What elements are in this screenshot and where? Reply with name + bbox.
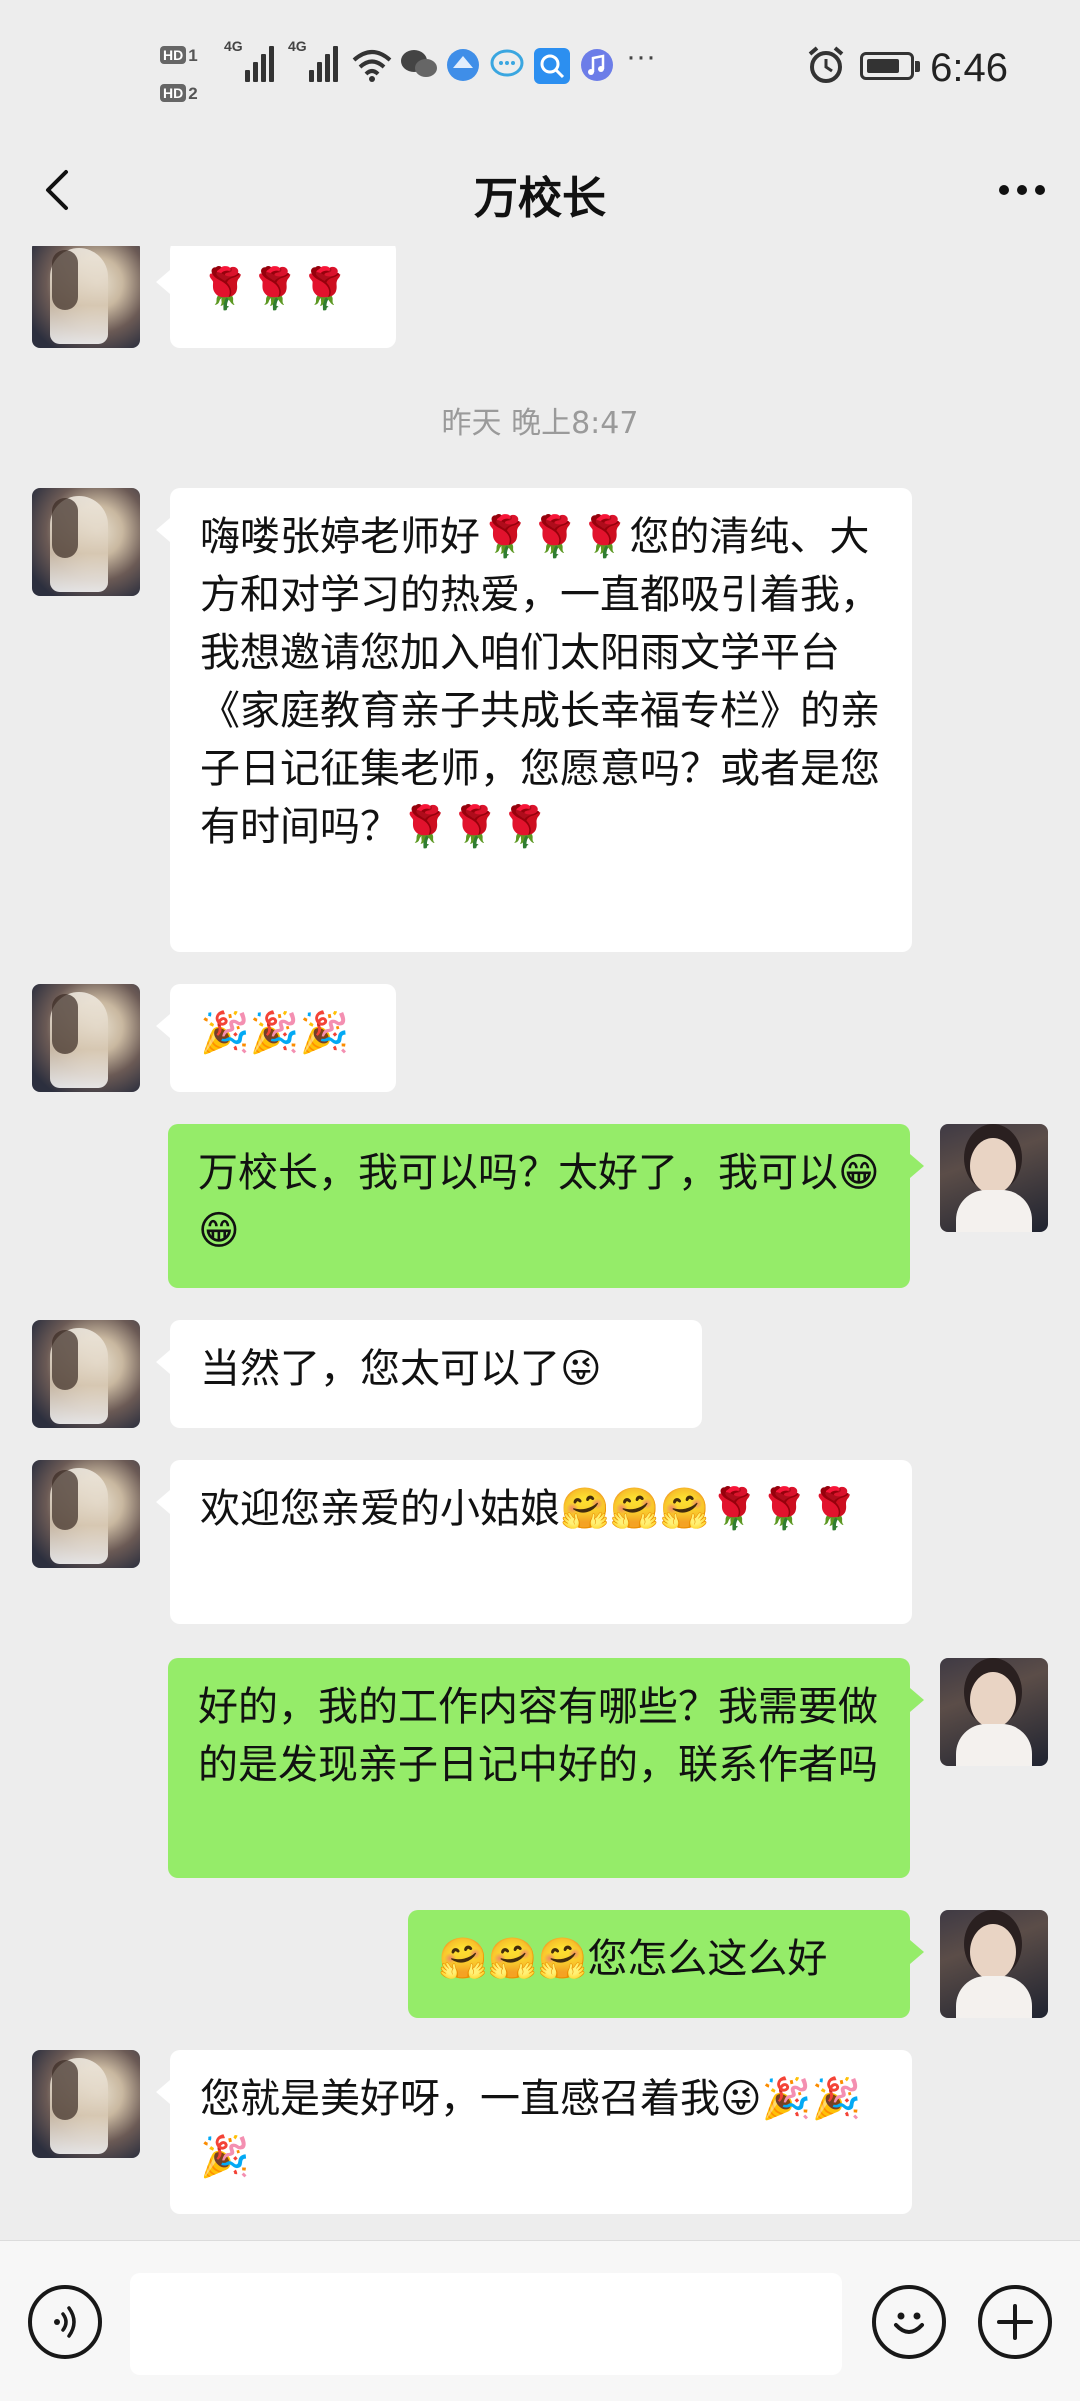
hd-sim-2: 2	[188, 83, 198, 103]
message-app-icon	[490, 49, 524, 77]
message-bubble-outgoing[interactable]: 🤗🤗🤗您怎么这么好	[408, 1910, 924, 2018]
contact-avatar[interactable]	[32, 984, 140, 1092]
message-bubble-outgoing[interactable]: 好的，我的工作内容有哪些？我需要做的是发现亲子日记中好的，联系作者吗	[168, 1658, 924, 1878]
my-avatar[interactable]	[940, 1124, 1048, 1232]
message-bubble-incoming[interactable]: 当然了，您太可以了😜	[156, 1320, 702, 1428]
message-bubble-incoming[interactable]: 您就是美好呀，一直感召着我😜🎉🎉🎉	[156, 2050, 912, 2214]
chat-header: 万校长	[0, 136, 1080, 246]
message-bubble-incoming[interactable]: 🎉🎉🎉	[156, 984, 396, 1092]
hd-badge-1: HD	[160, 46, 187, 64]
hd-indicators: HD 1 HD 2	[160, 36, 218, 112]
signal-icon-2: 4G	[288, 38, 341, 82]
message-bubble-incoming[interactable]: 嗨喽张婷老师好🌹🌹🌹您的清纯、大方和对学习的热爱，一直都吸引着我，我想邀请您加入…	[156, 488, 912, 952]
chat-title: 万校长	[474, 173, 606, 224]
voice-icon	[54, 2306, 76, 2338]
my-avatar[interactable]	[940, 1910, 1048, 2018]
music-icon	[581, 49, 613, 81]
input-bar	[0, 2240, 1080, 2401]
battery-icon	[860, 52, 920, 80]
hd-sim-1: 1	[188, 45, 198, 65]
contact-avatar[interactable]	[32, 2050, 140, 2158]
more-functions-button[interactable]	[978, 2285, 1052, 2359]
browser-icon	[447, 49, 479, 81]
my-avatar[interactable]	[940, 1658, 1048, 1766]
hd-badge-2: HD	[160, 84, 187, 102]
message-timestamp: 昨天 晚上8:47	[441, 406, 639, 441]
contact-avatar[interactable]	[32, 488, 140, 596]
message-bubble-incoming[interactable]: 🌹🌹🌹	[156, 246, 396, 348]
plus-icon	[997, 2304, 1033, 2340]
alarm-icon	[808, 46, 844, 83]
more-options-icon[interactable]	[992, 160, 1052, 220]
smiley-icon	[894, 2312, 924, 2334]
message-input[interactable]	[130, 2273, 842, 2375]
signal-icon-1: 4G	[224, 38, 277, 82]
message-bubble-outgoing[interactable]: 万校长，我可以吗？太好了，我可以😁😁	[168, 1124, 924, 1288]
contact-avatar[interactable]	[32, 246, 140, 348]
wifi-icon	[352, 50, 392, 82]
message-list[interactable]: 🌹🌹🌹 昨天 晚上8:47 嗨喽张婷老师好🌹🌹🌹您的清纯、大方和对学习的热爱，一…	[0, 246, 1080, 2240]
wechat-icon	[401, 50, 437, 77]
search-app-icon	[534, 48, 570, 84]
status-time: 6:46	[930, 46, 1008, 90]
emoji-button[interactable]	[872, 2285, 946, 2359]
status-bar: HD 1 HD 2 4G 4G ··· 6:46	[0, 0, 1080, 136]
more-notifications-icon: ···	[626, 40, 656, 73]
message-bubble-incoming[interactable]: 欢迎您亲爱的小姑娘🤗🤗🤗🌹🌹🌹	[156, 1460, 912, 1624]
contact-avatar[interactable]	[32, 1460, 140, 1568]
contact-avatar[interactable]	[32, 1320, 140, 1428]
voice-input-button[interactable]	[28, 2285, 102, 2359]
